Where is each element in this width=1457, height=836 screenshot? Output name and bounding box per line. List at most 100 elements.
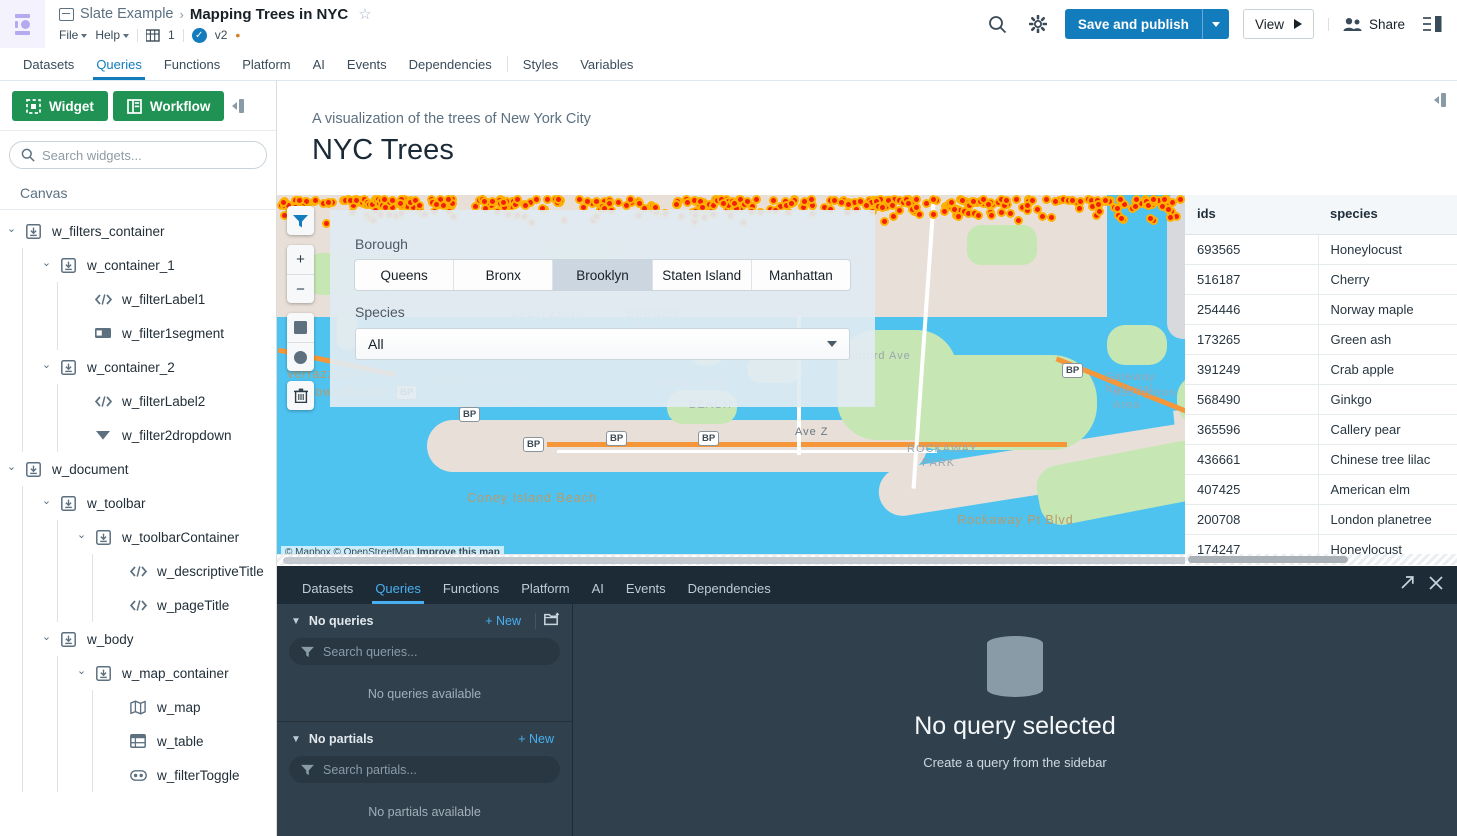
- tree-marker[interactable]: [974, 210, 984, 220]
- share-button[interactable]: Share: [1343, 17, 1405, 32]
- tree-item-w_map[interactable]: w_map: [0, 690, 276, 724]
- version-label[interactable]: v2: [215, 28, 228, 42]
- tree-marker[interactable]: [323, 197, 333, 207]
- table-row[interactable]: 365596 Callery pear: [1185, 414, 1457, 445]
- tree-marker[interactable]: [1050, 196, 1060, 206]
- file-menu[interactable]: File: [59, 28, 88, 42]
- tree-item-w_filterToggle[interactable]: w_filterToggle: [0, 758, 276, 792]
- collapse-right-icon[interactable]: [1434, 91, 1448, 114]
- bottom-tab-functions[interactable]: Functions: [432, 581, 510, 604]
- search-partials-input[interactable]: [323, 762, 548, 777]
- tree-marker[interactable]: [799, 196, 809, 206]
- chevron-down-icon[interactable]: ⌄: [41, 257, 52, 269]
- scrollbar-thumb[interactable]: [283, 557, 1185, 564]
- trash-icon[interactable]: [287, 381, 314, 410]
- bottom-tab-platform[interactable]: Platform: [510, 581, 580, 604]
- tree-marker[interactable]: [1037, 211, 1047, 221]
- tab-ai[interactable]: AI: [302, 57, 336, 80]
- chevron-down-icon[interactable]: ⌄: [41, 359, 52, 371]
- chevron-down-icon[interactable]: ▼: [291, 734, 301, 745]
- tree-marker[interactable]: [443, 195, 453, 205]
- borough-option-bronx[interactable]: Bronx: [454, 260, 554, 290]
- tree-marker[interactable]: [543, 195, 552, 205]
- filter-icon[interactable]: [287, 206, 314, 235]
- tree-marker[interactable]: [592, 196, 602, 206]
- queries-search[interactable]: [289, 638, 560, 665]
- widget-search[interactable]: [9, 141, 267, 169]
- tree-marker[interactable]: [969, 196, 979, 206]
- table-row[interactable]: 173265 Green ash: [1185, 324, 1457, 355]
- gear-icon[interactable]: [1025, 11, 1051, 37]
- expand-diagonal-icon[interactable]: [1400, 575, 1415, 595]
- circle-icon[interactable]: [287, 342, 314, 371]
- tree-marker[interactable]: [718, 198, 728, 208]
- tree-marker[interactable]: [1175, 195, 1185, 204]
- table-column-header-species[interactable]: species: [1318, 195, 1457, 235]
- help-menu[interactable]: Help: [95, 28, 130, 42]
- workflow-mode-button[interactable]: Workflow: [112, 91, 225, 121]
- table-row[interactable]: 693565 Honeylocust: [1185, 234, 1457, 265]
- app-logo[interactable]: [0, 0, 45, 48]
- new-partial-button[interactable]: + New: [518, 732, 554, 746]
- search-queries-input[interactable]: [323, 644, 548, 659]
- tree-marker[interactable]: [939, 207, 949, 217]
- scrollbar-thumb[interactable]: [1188, 556, 1348, 563]
- tree-item-w_descriptiveTitle[interactable]: w_descriptiveTitle: [0, 554, 276, 588]
- search-widgets-input[interactable]: [42, 147, 255, 163]
- chevron-down-icon[interactable]: ⌄: [76, 665, 87, 677]
- tree-marker[interactable]: [1046, 212, 1056, 222]
- tab-events[interactable]: Events: [336, 57, 398, 80]
- collapse-left-icon[interactable]: [232, 97, 246, 115]
- save-and-publish-button[interactable]: Save and publish: [1064, 9, 1202, 39]
- tree-item-w_toolbarContainer[interactable]: ⌄ w_toolbarContainer: [0, 520, 276, 554]
- tree-marker[interactable]: [1001, 196, 1011, 206]
- partials-search[interactable]: [289, 756, 560, 783]
- tree-item-w_document[interactable]: ⌄ w_document: [0, 452, 276, 486]
- table-row[interactable]: 407425 American elm: [1185, 474, 1457, 505]
- tree-marker[interactable]: [310, 195, 320, 205]
- tree-marker[interactable]: [1117, 213, 1127, 223]
- tree-item-w_body[interactable]: ⌄ w_body: [0, 622, 276, 656]
- tree-marker[interactable]: [479, 196, 489, 206]
- view-button[interactable]: View: [1242, 9, 1314, 39]
- tree-item-w_container_1[interactable]: ⌄ w_container_1: [0, 248, 276, 282]
- zoom-in-icon[interactable]: +: [287, 245, 314, 274]
- tree-marker[interactable]: [1165, 212, 1175, 222]
- bottom-tab-dependencies[interactable]: Dependencies: [677, 581, 782, 604]
- tree-marker[interactable]: [786, 198, 796, 208]
- species-dropdown[interactable]: All: [355, 328, 850, 360]
- tree-marker[interactable]: [1041, 195, 1051, 205]
- search-icon[interactable]: [985, 11, 1011, 37]
- tab-styles[interactable]: Styles: [512, 57, 569, 80]
- table-row[interactable]: 391249 Crab apple: [1185, 354, 1457, 385]
- chevron-down-icon[interactable]: ⌄: [6, 223, 17, 235]
- tree-item-w_filter2dropdown[interactable]: w_filter2dropdown: [0, 418, 276, 452]
- tree-marker[interactable]: [928, 209, 938, 219]
- table-row[interactable]: 516187 Cherry: [1185, 264, 1457, 295]
- tree-item-w_table[interactable]: w_table: [0, 724, 276, 758]
- tree-marker[interactable]: [1131, 195, 1141, 204]
- tree-marker[interactable]: [414, 201, 424, 211]
- tree-marker[interactable]: [1115, 195, 1125, 205]
- tab-queries[interactable]: Queries: [85, 57, 153, 80]
- save-and-publish-dropdown[interactable]: [1201, 9, 1229, 39]
- tree-marker[interactable]: [903, 198, 913, 208]
- table-row[interactable]: 436661 Chinese tree lilac: [1185, 444, 1457, 475]
- data-table-widget[interactable]: ids species 693565 Honeylocust 516187 Cherry…: [1185, 195, 1457, 565]
- tree-item-w_filterLabel2[interactable]: w_filterLabel2: [0, 384, 276, 418]
- tree-marker[interactable]: [830, 195, 840, 205]
- widget-mode-button[interactable]: Widget: [12, 91, 108, 121]
- table-row[interactable]: 254446 Norway maple: [1185, 294, 1457, 325]
- tree-marker[interactable]: [498, 198, 508, 208]
- bottom-tab-ai[interactable]: AI: [581, 581, 615, 604]
- map-widget[interactable]: John F. KennedyInternational AirportSOME…: [277, 195, 1185, 565]
- table-column-header-ids[interactable]: ids: [1185, 195, 1318, 235]
- tree-item-w_container_2[interactable]: ⌄ w_container_2: [0, 350, 276, 384]
- tree-marker[interactable]: [582, 196, 592, 206]
- tree-marker[interactable]: [978, 195, 988, 205]
- new-folder-icon[interactable]: [544, 612, 560, 631]
- chevron-down-icon[interactable]: ⌄: [41, 495, 52, 507]
- tree-item-w_filter1segment[interactable]: w_filter1segment: [0, 316, 276, 350]
- borough-option-manhattan[interactable]: Manhattan: [751, 260, 850, 290]
- bottom-tab-datasets[interactable]: Datasets: [291, 581, 364, 604]
